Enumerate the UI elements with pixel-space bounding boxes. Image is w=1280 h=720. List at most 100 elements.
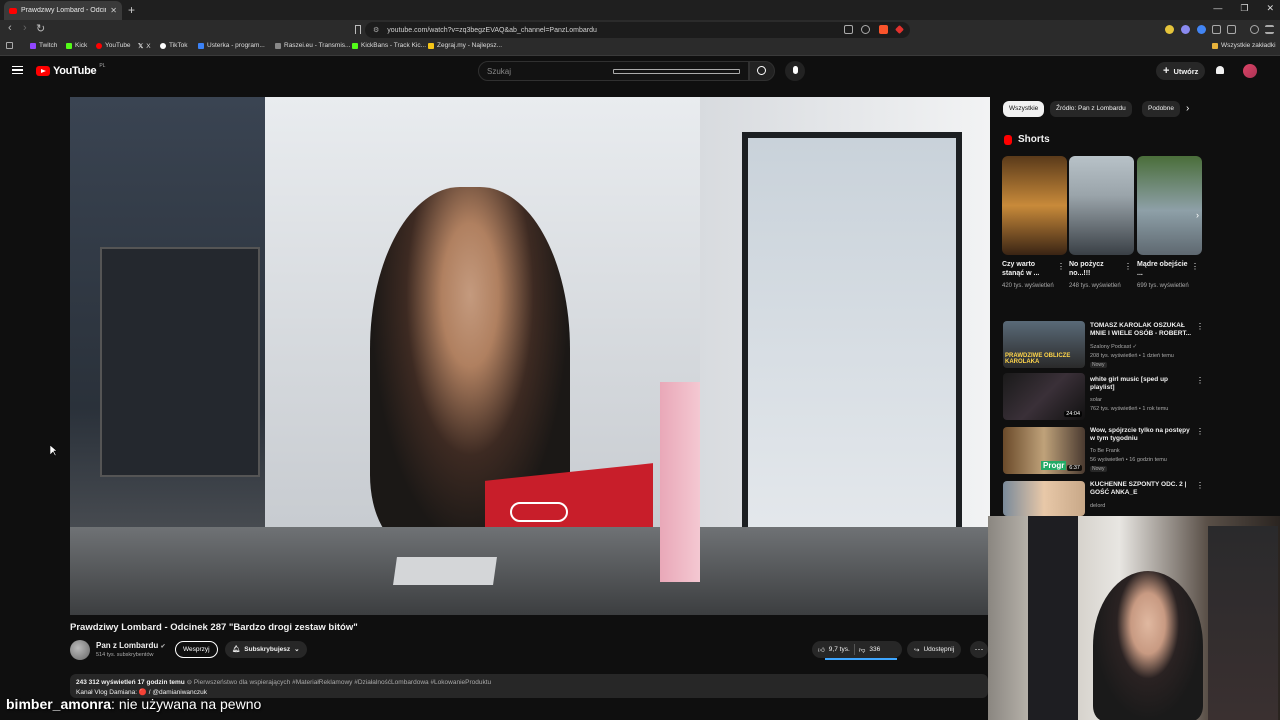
youtube-favicon-icon	[9, 7, 17, 14]
video-thumbnail[interactable]: Progr 6:37	[1003, 427, 1085, 474]
verified-icon: ✔	[160, 644, 166, 650]
description-line: Kanał Vlog Damiana: 🔴 / @damianiwanczuk	[76, 689, 208, 696]
back-icon[interactable]: ‹	[8, 22, 12, 34]
browser-tab[interactable]: Prawdziwy Lombard - Odcinek ✕	[4, 1, 122, 20]
video-thumbnail[interactable]: PRAWDZIWE OBLICZE KAROLAKA	[1003, 321, 1085, 368]
more-options-icon[interactable]: ⋮	[1191, 262, 1199, 271]
shorts-icon	[1004, 134, 1012, 145]
bookmark-kick[interactable]: Kick	[66, 42, 87, 49]
dislike-count[interactable]: 336	[869, 646, 880, 653]
share-icon: ↪	[914, 646, 920, 654]
close-window-icon[interactable]: ✕	[1266, 3, 1274, 14]
search-button[interactable]	[749, 61, 775, 81]
site-info-icon[interactable]: ⚙	[373, 26, 379, 34]
notifications-bell-icon[interactable]	[1215, 66, 1225, 76]
minimize-icon[interactable]: —	[1213, 3, 1222, 14]
video-title[interactable]: TOMASZ KAROLAK OSZUKAŁ MNIE I WIELE OSÓB…	[1090, 322, 1194, 339]
support-button[interactable]: Wesprzyj	[175, 641, 218, 658]
chevron-right-icon[interactable]: ›	[1196, 210, 1199, 220]
video-title[interactable]: Wow, spójrzcie tylko na postępy w tym ty…	[1090, 427, 1194, 444]
bookmark-tiktok[interactable]: TikTok	[160, 42, 188, 49]
channel-name[interactable]: solar	[1090, 397, 1102, 403]
extension-icon[interactable]	[1181, 25, 1190, 34]
chip-all[interactable]: Wszystkie	[1003, 101, 1045, 117]
short-title[interactable]: No pożycz no...!!!	[1069, 260, 1121, 278]
reload-icon[interactable]: ↻	[36, 22, 45, 35]
more-options-icon[interactable]: ⋮	[1196, 376, 1204, 385]
channel-name[interactable]: delord	[1090, 503, 1105, 509]
like-count[interactable]: 9,7 tys.	[829, 646, 850, 653]
extension-icon[interactable]	[1165, 25, 1174, 34]
close-tab-icon[interactable]: ✕	[110, 6, 117, 15]
streamer-webcam	[988, 516, 1280, 720]
video-title[interactable]: white girl music [sped up playlist]	[1090, 376, 1194, 393]
search-input[interactable]: Szukaj	[478, 61, 749, 81]
music-icon[interactable]	[1250, 25, 1259, 34]
address-bar[interactable]: ⚙ youtube.com/watch?v=zq3begzEVAQ&ab_cha…	[365, 22, 910, 38]
view-count: 243 312 wyświetleń	[76, 679, 136, 686]
more-options-icon[interactable]: ⋮	[1057, 262, 1065, 271]
video-title: Prawdziwy Lombard - Odcinek 287 "Bardzo …	[70, 622, 358, 633]
dislike-icon[interactable]: 👎︎	[859, 646, 866, 654]
chevron-down-icon: ⌄	[294, 646, 300, 653]
bookmark-page-icon[interactable]	[355, 25, 361, 34]
brave-shield-icon[interactable]	[879, 25, 888, 34]
bookmark-zegraj[interactable]: Zegraj.my - Najlepsz...	[428, 42, 502, 49]
chevron-right-icon[interactable]: ›	[1186, 103, 1189, 114]
short-thumbnail[interactable]	[1137, 156, 1202, 255]
youtube-play-icon	[36, 66, 50, 76]
more-options-icon[interactable]: ⋮	[1196, 427, 1204, 436]
extension-icon[interactable]	[1197, 25, 1206, 34]
channel-name[interactable]: To Be Frank	[1090, 448, 1120, 454]
more-options-icon[interactable]: ⋮	[1196, 481, 1204, 490]
short-thumbnail[interactable]	[1069, 156, 1134, 255]
all-bookmarks[interactable]: Wszystkie zakładki	[1212, 42, 1276, 49]
plus-icon: +	[1163, 65, 1170, 77]
user-avatar[interactable]	[1243, 64, 1257, 78]
more-options-icon[interactable]: ⋮	[1124, 262, 1132, 271]
menu-icon[interactable]	[1265, 25, 1274, 34]
video-frame-glass	[742, 132, 962, 542]
sidebar-icon[interactable]	[1227, 25, 1236, 34]
share-page-icon[interactable]	[861, 25, 870, 34]
forward-icon[interactable]: ›	[23, 22, 27, 34]
bookmark-youtube[interactable]: YouTube	[96, 42, 131, 49]
maximize-icon[interactable]: ❐	[1240, 3, 1248, 14]
channel-name[interactable]: Pan z Lombardu ✔	[96, 641, 166, 650]
voice-search-icon[interactable]	[785, 61, 805, 81]
share-button[interactable]: ↪ Udostępnij	[907, 641, 962, 658]
chat-text: : nie używana na pewno	[111, 696, 262, 712]
video-thumbnail[interactable]	[1003, 481, 1085, 516]
bookmark-x[interactable]: 𝕏X	[138, 42, 151, 51]
bookmark-kickbans[interactable]: KickBans - Track Kic...	[352, 42, 426, 49]
create-button[interactable]: + Utwórz	[1156, 62, 1206, 80]
hamburger-menu-icon[interactable]	[12, 66, 23, 74]
bookmark-raszei[interactable]: Raszei.eu - Transmis...	[275, 42, 350, 49]
duration-badge: 24:04	[1064, 411, 1082, 417]
subscribed-button[interactable]: 🔔︎ Subskrybujesz ⌄	[225, 641, 307, 658]
keyboard-icon[interactable]	[612, 68, 740, 74]
video-player[interactable]	[70, 97, 990, 615]
short-title[interactable]: Mądre obejście ...	[1137, 260, 1189, 278]
more-options-icon[interactable]: ⋮	[1196, 322, 1204, 331]
new-tab-button[interactable]: +	[128, 3, 135, 17]
chip-source[interactable]: Źródło: Pan z Lombardu	[1050, 101, 1132, 117]
chip-related[interactable]: Podobne	[1142, 101, 1181, 117]
extensions-icon[interactable]	[1212, 25, 1221, 34]
youtube-logo[interactable]: YouTube PL	[36, 63, 105, 77]
like-icon[interactable]: 👍︎	[818, 646, 825, 654]
cast-icon[interactable]	[844, 25, 853, 34]
video-description[interactable]: 243 312 wyświetleń 17 godzin temu ⊖ Pier…	[70, 674, 988, 698]
bookmark-twitch[interactable]: Twitch	[30, 42, 57, 49]
bookmark-usterka[interactable]: Usterka - program...	[198, 42, 265, 49]
short-thumbnail[interactable]	[1002, 156, 1067, 255]
video-frame-game-case	[393, 557, 497, 585]
like-ratio-bar	[825, 658, 897, 660]
channel-avatar[interactable]	[70, 640, 90, 660]
short-title[interactable]: Czy warto stanąć w ...	[1002, 260, 1054, 278]
video-thumbnail[interactable]: 24:04	[1003, 373, 1085, 420]
more-actions-icon[interactable]: ⋯	[970, 641, 988, 658]
apps-icon[interactable]	[6, 42, 13, 49]
video-title[interactable]: KUCHENNE SZPONTY ODC. 2 | GOŚĆ ANKA_E	[1090, 481, 1194, 498]
channel-name[interactable]: Szalony Podcast ✓	[1090, 344, 1137, 350]
